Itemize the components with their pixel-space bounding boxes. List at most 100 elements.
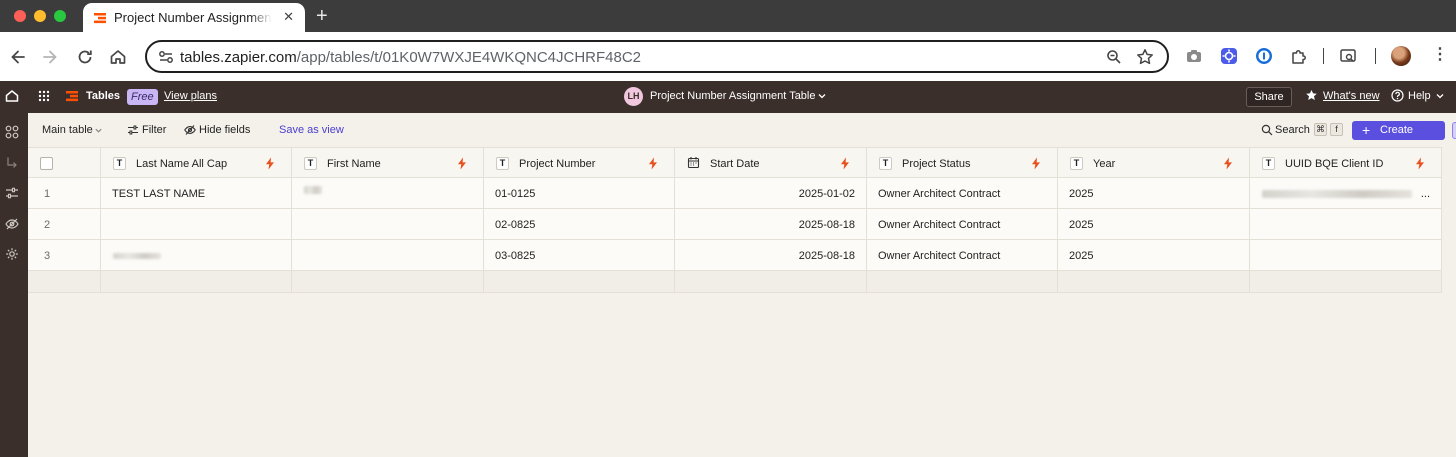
hide-fields-button[interactable]: Hide fields	[199, 124, 250, 136]
table-cell[interactable]	[101, 240, 292, 270]
user-avatar[interactable]: LH	[624, 87, 643, 106]
table-cell[interactable]: 2025	[1058, 178, 1250, 208]
window-zoom-button[interactable]	[54, 10, 66, 22]
table-cell[interactable]: Owner Architect Contract	[867, 178, 1058, 208]
search-icon[interactable]	[1261, 124, 1273, 136]
whats-new-link[interactable]: What's new	[1323, 90, 1380, 102]
settings-gear-icon[interactable]	[5, 247, 19, 261]
blank-cell	[484, 271, 675, 292]
table-cell[interactable]: 2025-08-18	[675, 240, 867, 270]
window-close-button[interactable]	[14, 10, 26, 22]
text-type-icon: T	[496, 157, 509, 170]
table-row[interactable]: 2 02-0825 2025-08-18 Owner Architect Con…	[28, 209, 1442, 240]
table-row[interactable]: 1 TEST LAST NAME 01-0125 2025-01-02 Owne…	[28, 178, 1442, 209]
eye-hidden-icon[interactable]	[184, 124, 196, 136]
create-button[interactable]: + Create	[1352, 121, 1445, 140]
zapier-tables-favicon-icon	[94, 13, 106, 24]
extensions-puzzle-icon[interactable]	[1290, 47, 1308, 65]
table-cell[interactable]: 01-0125	[484, 178, 675, 208]
browser-menu-icon[interactable]: ⋮	[1432, 47, 1448, 63]
password-manager-extension-icon[interactable]	[1255, 47, 1273, 65]
home-icon[interactable]	[108, 47, 128, 67]
sub-item-arrow-icon[interactable]	[5, 156, 19, 170]
table-row[interactable]: 3 03-0825 2025-08-18 Owner Architect Con…	[28, 240, 1442, 271]
table-cell[interactable]	[1250, 209, 1442, 239]
table-cell[interactable]: 2025-01-02	[675, 178, 867, 208]
table-cell[interactable]: ...	[1250, 178, 1442, 208]
table-cell[interactable]	[292, 178, 484, 208]
browser-tab-active[interactable]: Project Number Assignment Table ✕	[83, 3, 305, 32]
address-bar[interactable]: tables.zapier.com/app/tables/t/01K0W7WXJ…	[145, 40, 1169, 73]
help-menu[interactable]: Help	[1408, 90, 1431, 102]
table-cell[interactable]	[292, 209, 484, 239]
camera-extension-icon[interactable]	[1185, 47, 1203, 65]
column-header[interactable]: T Year	[1058, 148, 1250, 177]
text-type-icon: T	[304, 157, 317, 170]
chevron-down-icon[interactable]	[94, 126, 103, 135]
column-header[interactable]: T Last Name All Cap	[101, 148, 292, 177]
table-cell[interactable]	[101, 209, 292, 239]
cell-value: Owner Architect Contract	[878, 188, 1001, 200]
table-cell[interactable]: 2025	[1058, 209, 1250, 239]
blue-gear-extension-icon[interactable]	[1220, 47, 1238, 65]
select-all-checkbox[interactable]	[40, 157, 53, 170]
zoom-icon[interactable]	[1105, 48, 1123, 66]
sliders-icon[interactable]	[5, 186, 19, 200]
lightning-bolt-icon[interactable]	[1223, 157, 1233, 170]
filter-button[interactable]: Filter	[142, 124, 166, 136]
integrations-icon[interactable]	[5, 125, 19, 139]
table-cell[interactable]: 2025-08-18	[675, 209, 867, 239]
search-button[interactable]: Search	[1275, 124, 1310, 136]
reload-icon[interactable]	[75, 47, 95, 67]
lightning-bolt-icon[interactable]	[648, 157, 658, 170]
table-cell[interactable]	[292, 240, 484, 270]
column-header[interactable]: Start Date	[675, 148, 867, 177]
row-number: 2	[44, 219, 51, 231]
view-selector[interactable]: Main table	[42, 124, 93, 136]
app-home-icon[interactable]	[4, 88, 20, 104]
table-cell[interactable]: Owner Architect Contract	[867, 240, 1058, 270]
chevron-down-icon[interactable]	[1435, 91, 1445, 101]
table-cell[interactable]: 02-0825	[484, 209, 675, 239]
hidden-eye-icon[interactable]	[5, 217, 19, 231]
view-plans-link[interactable]: View plans	[164, 90, 217, 102]
column-header[interactable]: T First Name	[292, 148, 484, 177]
new-tab-icon[interactable]: +	[316, 5, 328, 27]
browser-profile-avatar[interactable]	[1391, 46, 1411, 66]
lightning-bolt-icon[interactable]	[1031, 157, 1041, 170]
redacted-value	[113, 253, 161, 259]
table-cell[interactable]: Owner Architect Contract	[867, 209, 1058, 239]
bookmark-star-icon[interactable]	[1135, 47, 1155, 67]
cell-value: 2025	[1069, 219, 1094, 231]
lightning-bolt-icon[interactable]	[1415, 157, 1425, 170]
site-info-icon[interactable]	[157, 48, 175, 66]
chevron-down-icon[interactable]	[817, 91, 827, 101]
table-cell[interactable]: 03-0825	[484, 240, 675, 270]
tab-close-icon[interactable]: ✕	[283, 10, 294, 24]
toolbar-separator	[1375, 48, 1376, 64]
column-header[interactable]: T Project Number	[484, 148, 675, 177]
url-text[interactable]: tables.zapier.com/app/tables/t/01K0W7WXJ…	[180, 49, 641, 66]
lightning-bolt-icon[interactable]	[840, 157, 850, 170]
table-cell[interactable]: 2025	[1058, 240, 1250, 270]
column-header[interactable]: T Project Status	[867, 148, 1058, 177]
table-cell[interactable]	[1250, 240, 1442, 270]
app-switcher-grid-icon[interactable]	[38, 90, 50, 102]
lightning-bolt-icon[interactable]	[457, 157, 467, 170]
filter-icon[interactable]	[127, 124, 139, 136]
more-options-icon[interactable]: •••	[1452, 122, 1456, 139]
forward-arrow-icon[interactable]	[40, 47, 60, 67]
tab-search-icon[interactable]	[1339, 47, 1357, 65]
table-header-row: T Last Name All Cap T First Name T Proje…	[28, 147, 1442, 178]
cell-value: 03-0825	[495, 250, 536, 262]
save-as-view-button[interactable]: Save as view	[279, 124, 344, 136]
table-cell[interactable]: TEST LAST NAME	[101, 178, 292, 208]
blank-cell	[867, 271, 1058, 292]
column-header[interactable]: T UUID BQE Client ID	[1250, 148, 1442, 177]
share-button[interactable]: Share	[1246, 87, 1292, 107]
add-row-placeholder[interactable]	[28, 271, 1442, 293]
lightning-bolt-icon[interactable]	[265, 157, 275, 170]
table-title[interactable]: Project Number Assignment Table	[650, 90, 816, 102]
window-minimize-button[interactable]	[34, 10, 46, 22]
back-arrow-icon[interactable]	[8, 47, 28, 67]
